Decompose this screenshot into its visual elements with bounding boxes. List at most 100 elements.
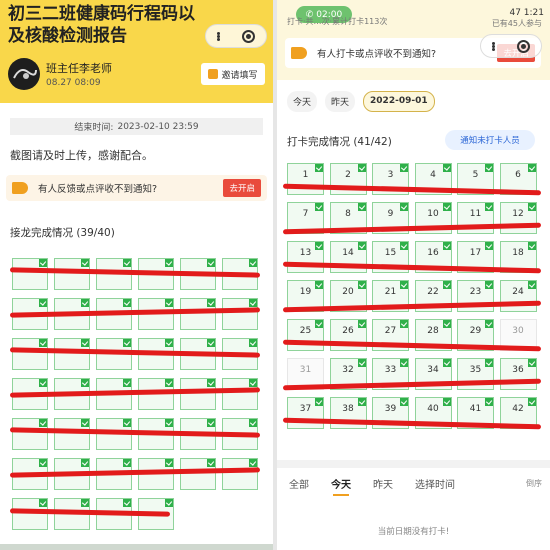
tab-all[interactable]: 全部 [289,476,309,491]
member-cell[interactable] [222,298,258,330]
member-cell[interactable] [180,378,216,410]
member-cell[interactable] [54,418,90,450]
checkmark-icon [442,359,451,367]
member-cell[interactable]: 12 [499,202,537,234]
checkmark-icon [485,242,493,250]
checkmark-icon [165,379,173,387]
checkmark-icon [442,242,451,250]
sort-toggle[interactable]: 倒序 [526,478,542,489]
checkmark-icon [39,419,47,427]
checkmark-icon [123,259,131,267]
checkmark-icon [485,164,493,172]
member-cell[interactable]: 1 [287,163,324,195]
right-screenshot: ✆ 02:00 47 1:21 打卡·共…次·累计打卡113次 已有45人参与 … [277,0,550,550]
checkmark-icon [442,398,451,406]
cell-number: 30 [512,326,524,336]
checkmark-icon [249,299,257,307]
member-cell[interactable] [12,418,48,450]
enable-notification-button[interactable]: 去开启 [223,179,261,197]
checkmark-icon [123,499,131,507]
checkmark-icon [315,242,323,250]
checkmark-icon [249,339,257,347]
date-tabs: 今天 昨天 2022-09-01 [287,91,435,112]
member-cell[interactable] [222,378,258,410]
article-header: 初三二班健康码行程码以及核酸检测报告 班主任李老师 08.27 08:09 邀请… [0,0,273,103]
member-cell[interactable]: 36 [499,358,537,390]
checkmark-icon [123,299,131,307]
checkmark-icon [165,339,173,347]
member-cell[interactable] [180,458,216,490]
member-cell[interactable] [222,458,258,490]
checkmark-icon [357,398,366,406]
checkmark-icon [357,281,366,289]
notify-absent-button[interactable]: 通知未打卡人员 [445,130,535,150]
cell-number: 31 [299,365,312,375]
more-icon[interactable] [492,41,495,51]
member-cell[interactable] [54,258,90,290]
checkmark-icon [81,419,89,427]
checkmark-icon [249,459,257,467]
member-cell[interactable] [12,258,48,290]
checkmark-icon [527,281,536,289]
member-cell[interactable]: 25 [287,319,324,351]
checkmark-icon [442,164,451,172]
checkmark-icon [442,320,451,328]
member-cell[interactable]: 37 [287,397,324,429]
tab-choose-time[interactable]: 选择时间 [415,476,455,491]
tab-today-records[interactable]: 今天 [331,476,351,496]
checkmark-icon [485,398,493,406]
member-cell[interactable] [12,338,48,370]
jielong-status: 接龙完成情况 (39/40) [10,227,115,239]
checkmark-icon [315,203,323,211]
tab-selected-date[interactable]: 2022-09-01 [363,91,435,112]
miniprogram-capsule[interactable] [480,34,542,58]
checkmark-icon [485,203,493,211]
close-target-icon[interactable] [517,39,530,53]
checkmark-icon [123,339,131,347]
end-time-bar: 结束时间: 2023-02-10 23:59 [10,118,263,135]
member-cell[interactable]: 13 [287,241,324,273]
empty-state-text: 当前日期没有打卡! [377,527,450,537]
tab-yesterday-records[interactable]: 昨天 [373,476,393,491]
participants-count: 已有45人参与 [491,19,542,28]
checkmark-icon [39,459,47,467]
checkmark-icon [207,299,215,307]
bottom-edge [0,544,273,550]
checkmark-icon [400,242,408,250]
checkmark-icon [357,242,366,250]
invite-button[interactable]: 邀请填写 [201,63,265,85]
checkmark-icon [123,419,131,427]
checkmark-icon [400,320,408,328]
checkmark-icon [400,203,408,211]
close-target-icon[interactable] [242,29,255,43]
checkmark-icon [249,379,257,387]
checkmark-icon [207,339,215,347]
checkin-header: ✆ 02:00 47 1:21 打卡·共…次·累计打卡113次 已有45人参与 … [277,0,550,80]
divider [277,460,550,468]
pencil-icon [208,69,219,79]
checkmark-icon [315,398,323,406]
checkmark-icon [39,339,47,347]
checkmark-icon [400,164,408,172]
page-title: 初三二班健康码行程码以及核酸检测报告 [8,4,195,46]
checkmark-icon [400,398,408,406]
member-cell[interactable] [54,338,90,370]
checkmark-icon [527,398,536,406]
checkmark-icon [400,359,408,367]
more-icon[interactable] [217,31,220,41]
checkmark-icon [527,359,536,367]
checkmark-icon [485,281,493,289]
description: 截图请及时上传，感谢配合。 [10,149,153,162]
checkmark-icon [315,320,323,328]
member-cell[interactable]: 24 [499,280,537,312]
tab-today[interactable]: 今天 [287,91,318,112]
checkmark-icon [165,459,173,467]
checkmark-icon [357,320,366,328]
notice-text: 有人打卡或点评收不到通知? [317,49,437,60]
author-name: 班主任李老师 [46,62,112,75]
checkmark-icon [165,299,173,307]
tab-yesterday[interactable]: 昨天 [325,91,356,112]
miniprogram-capsule[interactable] [205,24,267,48]
notification-banner: 有人反馈或点评收不到通知? 去开启 [6,175,267,201]
member-cell[interactable] [180,298,216,330]
